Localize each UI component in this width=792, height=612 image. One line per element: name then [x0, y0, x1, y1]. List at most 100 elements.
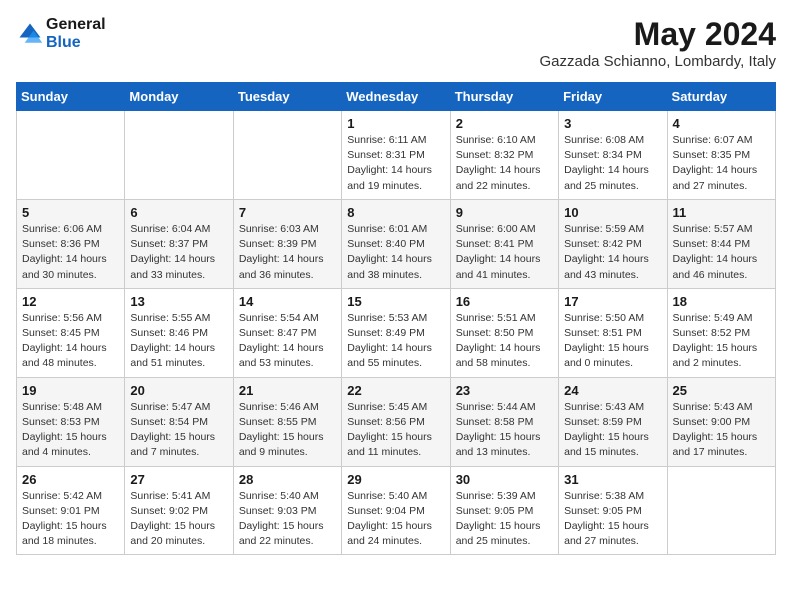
day-number: 3 — [564, 116, 661, 131]
day-number: 26 — [22, 472, 119, 487]
weekday-header: Thursday — [450, 83, 558, 111]
day-number: 1 — [347, 116, 444, 131]
calendar-day-cell: 24Sunrise: 5:43 AM Sunset: 8:59 PM Dayli… — [559, 377, 667, 466]
day-number: 14 — [239, 294, 336, 309]
day-number: 10 — [564, 205, 661, 220]
calendar-day-cell: 6 Sunrise: 6:04 AM Sunset: 8:37 PM Daylig… — [125, 199, 233, 288]
day-info: Sunrise: 6:06 AM Sunset: 8:36 PM Dayligh… — [22, 222, 119, 283]
day-info: Sunrise: 5:40 AM Sunset: 9:03 PM Dayligh… — [239, 489, 336, 550]
day-info: Sunrise: 6:00 AM Sunset: 8:41 PM Dayligh… — [456, 222, 553, 283]
weekday-header: Wednesday — [342, 83, 450, 111]
location: Gazzada Schianno, Lombardy, Italy — [539, 53, 776, 70]
day-number: 13 — [130, 294, 227, 309]
calendar-day-cell: 25 Sunrise: 5:43 AM Sunset: 9:00 PM Dayli… — [667, 377, 775, 466]
day-number: 9 — [456, 205, 553, 220]
day-number: 6 — [130, 205, 227, 220]
day-info: Sunrise: 5:54 AM Sunset: 8:47 PM Dayligh… — [239, 311, 336, 372]
day-info: Sunrise: 6:10 AM Sunset: 8:32 PM Dayligh… — [456, 133, 553, 194]
day-number: 25 — [673, 383, 770, 398]
calendar-week-row: 1Sunrise: 6:11 AM Sunset: 8:31 PM Daylig… — [17, 111, 776, 200]
calendar-table: SundayMondayTuesdayWednesdayThursdayFrid… — [16, 82, 776, 555]
calendar-day-cell — [17, 111, 125, 200]
day-number: 7 — [239, 205, 336, 220]
day-info: Sunrise: 5:57 AM Sunset: 8:44 PM Dayligh… — [673, 222, 770, 283]
day-number: 17 — [564, 294, 661, 309]
weekday-header: Monday — [125, 83, 233, 111]
day-info: Sunrise: 5:55 AM Sunset: 8:46 PM Dayligh… — [130, 311, 227, 372]
day-info: Sunrise: 6:03 AM Sunset: 8:39 PM Dayligh… — [239, 222, 336, 283]
day-number: 11 — [673, 205, 770, 220]
day-info: Sunrise: 5:46 AM Sunset: 8:55 PM Dayligh… — [239, 400, 336, 461]
day-number: 22 — [347, 383, 444, 398]
day-info: Sunrise: 5:47 AM Sunset: 8:54 PM Dayligh… — [130, 400, 227, 461]
day-info: Sunrise: 5:51 AM Sunset: 8:50 PM Dayligh… — [456, 311, 553, 372]
calendar-day-cell: 4 Sunrise: 6:07 AM Sunset: 8:35 PM Daylig… — [667, 111, 775, 200]
weekday-header: Friday — [559, 83, 667, 111]
calendar-week-row: 5 Sunrise: 6:06 AM Sunset: 8:36 PM Daylig… — [17, 199, 776, 288]
day-number: 19 — [22, 383, 119, 398]
calendar-day-cell: 18 Sunrise: 5:49 AM Sunset: 8:52 PM Dayli… — [667, 288, 775, 377]
calendar-day-cell: 31Sunrise: 5:38 AM Sunset: 9:05 PM Dayli… — [559, 466, 667, 555]
logo: General Blue — [16, 16, 106, 51]
day-info: Sunrise: 5:44 AM Sunset: 8:58 PM Dayligh… — [456, 400, 553, 461]
day-info: Sunrise: 6:08 AM Sunset: 8:34 PM Dayligh… — [564, 133, 661, 194]
day-info: Sunrise: 5:48 AM Sunset: 8:53 PM Dayligh… — [22, 400, 119, 461]
calendar-day-cell: 13 Sunrise: 5:55 AM Sunset: 8:46 PM Dayli… — [125, 288, 233, 377]
calendar-day-cell: 5 Sunrise: 6:06 AM Sunset: 8:36 PM Daylig… — [17, 199, 125, 288]
day-number: 28 — [239, 472, 336, 487]
day-info: Sunrise: 5:43 AM Sunset: 9:00 PM Dayligh… — [673, 400, 770, 461]
page-header: General Blue May 2024 Gazzada Schianno, … — [16, 16, 776, 70]
day-info: Sunrise: 5:41 AM Sunset: 9:02 PM Dayligh… — [130, 489, 227, 550]
calendar-day-cell: 15 Sunrise: 5:53 AM Sunset: 8:49 PM Dayli… — [342, 288, 450, 377]
calendar-day-cell: 17Sunrise: 5:50 AM Sunset: 8:51 PM Dayli… — [559, 288, 667, 377]
day-info: Sunrise: 5:39 AM Sunset: 9:05 PM Dayligh… — [456, 489, 553, 550]
day-number: 5 — [22, 205, 119, 220]
calendar-day-cell: 12 Sunrise: 5:56 AM Sunset: 8:45 PM Dayli… — [17, 288, 125, 377]
day-number: 29 — [347, 472, 444, 487]
day-number: 15 — [347, 294, 444, 309]
day-info: Sunrise: 5:45 AM Sunset: 8:56 PM Dayligh… — [347, 400, 444, 461]
day-number: 20 — [130, 383, 227, 398]
calendar-day-cell: 16 Sunrise: 5:51 AM Sunset: 8:50 PM Dayli… — [450, 288, 558, 377]
calendar-day-cell — [667, 466, 775, 555]
calendar-header-row: SundayMondayTuesdayWednesdayThursdayFrid… — [17, 83, 776, 111]
calendar-week-row: 26Sunrise: 5:42 AM Sunset: 9:01 PM Dayli… — [17, 466, 776, 555]
calendar-week-row: 12 Sunrise: 5:56 AM Sunset: 8:45 PM Dayli… — [17, 288, 776, 377]
day-info: Sunrise: 5:53 AM Sunset: 8:49 PM Dayligh… — [347, 311, 444, 372]
calendar-day-cell: 8Sunrise: 6:01 AM Sunset: 8:40 PM Daylig… — [342, 199, 450, 288]
day-number: 2 — [456, 116, 553, 131]
day-info: Sunrise: 5:59 AM Sunset: 8:42 PM Dayligh… — [564, 222, 661, 283]
calendar-day-cell: 22 Sunrise: 5:45 AM Sunset: 8:56 PM Dayli… — [342, 377, 450, 466]
day-number: 18 — [673, 294, 770, 309]
day-info: Sunrise: 6:04 AM Sunset: 8:37 PM Dayligh… — [130, 222, 227, 283]
day-info: Sunrise: 5:56 AM Sunset: 8:45 PM Dayligh… — [22, 311, 119, 372]
calendar-day-cell: 2 Sunrise: 6:10 AM Sunset: 8:32 PM Daylig… — [450, 111, 558, 200]
day-number: 23 — [456, 383, 553, 398]
calendar-day-cell: 30Sunrise: 5:39 AM Sunset: 9:05 PM Dayli… — [450, 466, 558, 555]
calendar-week-row: 19 Sunrise: 5:48 AM Sunset: 8:53 PM Dayli… — [17, 377, 776, 466]
calendar-day-cell: 9 Sunrise: 6:00 AM Sunset: 8:41 PM Daylig… — [450, 199, 558, 288]
calendar-day-cell: 10 Sunrise: 5:59 AM Sunset: 8:42 PM Dayli… — [559, 199, 667, 288]
calendar-day-cell: 23 Sunrise: 5:44 AM Sunset: 8:58 PM Dayli… — [450, 377, 558, 466]
day-info: Sunrise: 6:07 AM Sunset: 8:35 PM Dayligh… — [673, 133, 770, 194]
day-number: 24 — [564, 383, 661, 398]
weekday-header: Saturday — [667, 83, 775, 111]
calendar-day-cell: 27Sunrise: 5:41 AM Sunset: 9:02 PM Dayli… — [125, 466, 233, 555]
day-info: Sunrise: 5:49 AM Sunset: 8:52 PM Dayligh… — [673, 311, 770, 372]
title-block: May 2024 Gazzada Schianno, Lombardy, Ita… — [539, 16, 776, 70]
calendar-day-cell: 21 Sunrise: 5:46 AM Sunset: 8:55 PM Dayli… — [233, 377, 341, 466]
day-info: Sunrise: 5:38 AM Sunset: 9:05 PM Dayligh… — [564, 489, 661, 550]
logo-blue: Blue — [46, 34, 106, 52]
calendar-day-cell: 28 Sunrise: 5:40 AM Sunset: 9:03 PM Dayli… — [233, 466, 341, 555]
day-number: 16 — [456, 294, 553, 309]
calendar-day-cell: 29 Sunrise: 5:40 AM Sunset: 9:04 PM Dayli… — [342, 466, 450, 555]
calendar-day-cell: 14 Sunrise: 5:54 AM Sunset: 8:47 PM Dayli… — [233, 288, 341, 377]
calendar-day-cell: 20 Sunrise: 5:47 AM Sunset: 8:54 PM Dayli… — [125, 377, 233, 466]
day-info: Sunrise: 5:40 AM Sunset: 9:04 PM Dayligh… — [347, 489, 444, 550]
calendar-day-cell: 11 Sunrise: 5:57 AM Sunset: 8:44 PM Dayli… — [667, 199, 775, 288]
day-number: 4 — [673, 116, 770, 131]
weekday-header: Tuesday — [233, 83, 341, 111]
day-number: 12 — [22, 294, 119, 309]
day-number: 21 — [239, 383, 336, 398]
month-year: May 2024 — [539, 16, 776, 53]
